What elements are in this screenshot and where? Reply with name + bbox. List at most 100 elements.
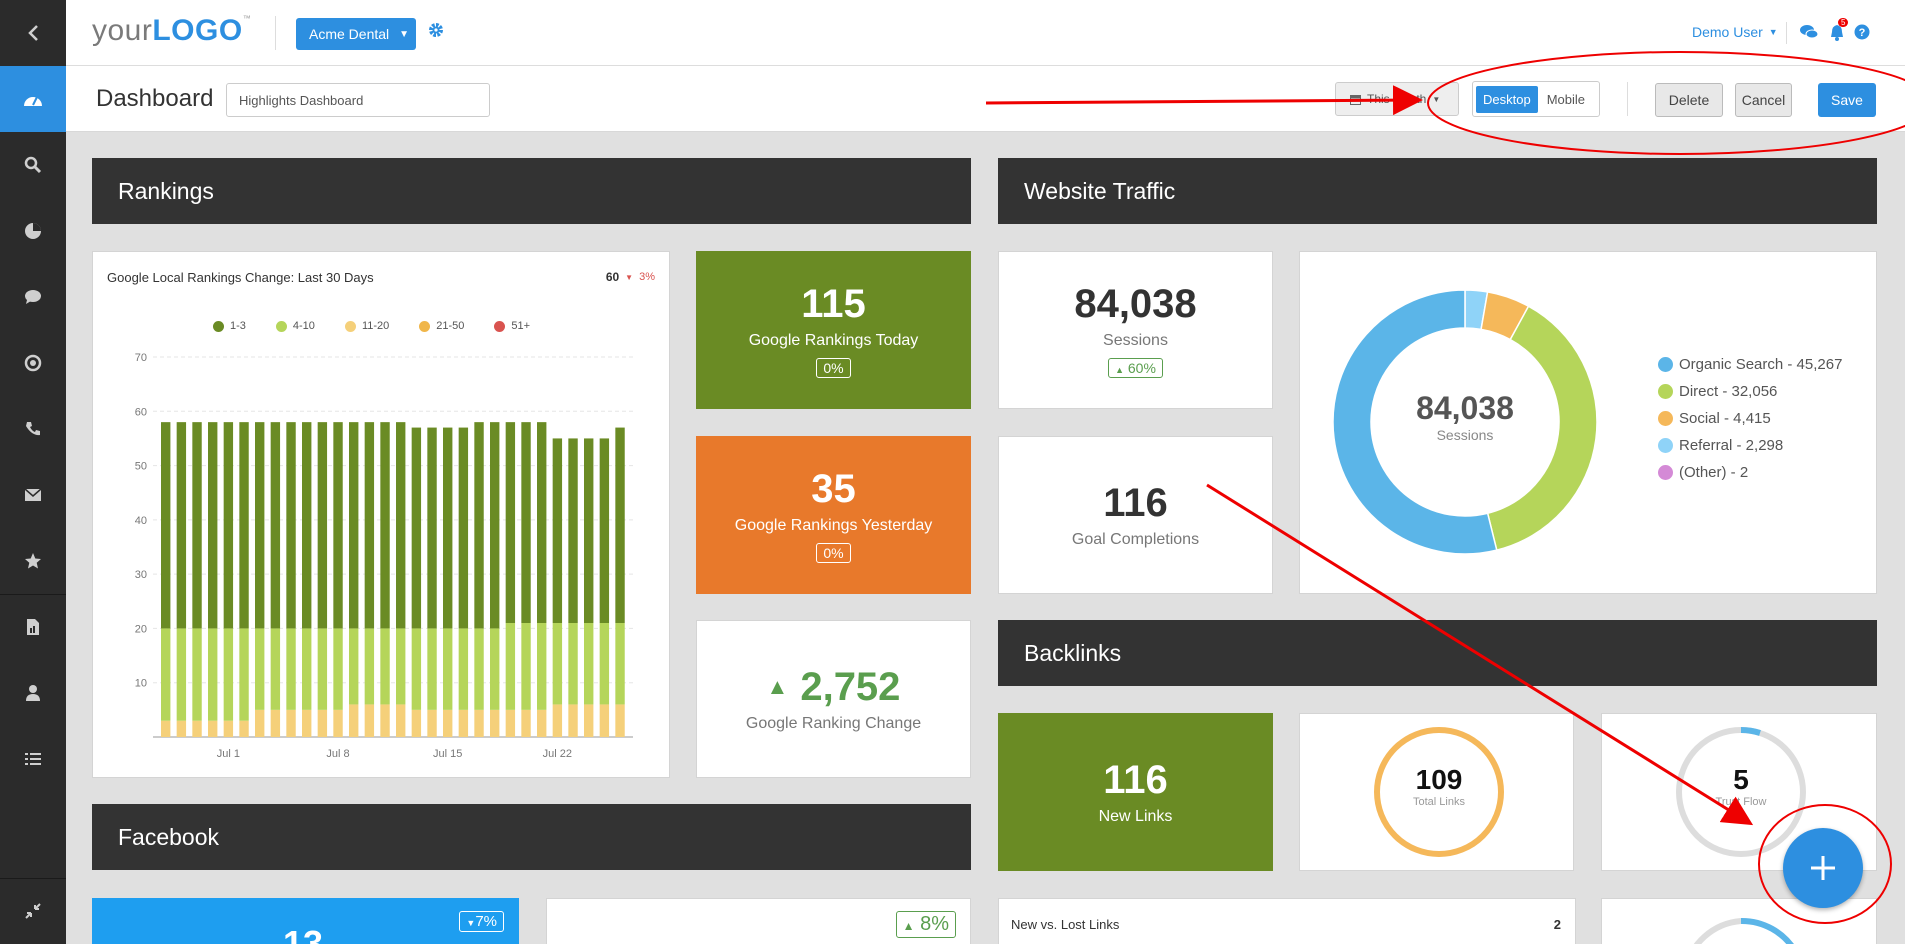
user-menu[interactable]: Demo User ▼ <box>1692 24 1778 40</box>
bar-segment[interactable] <box>223 422 234 629</box>
legend-item[interactable]: Referral - 2,298 <box>1658 437 1842 454</box>
bar-segment[interactable] <box>349 628 359 705</box>
bar-segment[interactable] <box>584 623 594 705</box>
bar-segment[interactable] <box>427 427 437 629</box>
bar-segment[interactable] <box>192 628 202 721</box>
help-button[interactable]: ? <box>1854 24 1870 45</box>
settings-button[interactable] <box>428 22 444 43</box>
bar-segment[interactable] <box>302 422 312 629</box>
bar-segment[interactable] <box>615 427 625 623</box>
bar-segment[interactable] <box>427 709 437 737</box>
bar-segment[interactable] <box>239 628 249 721</box>
bar-segment[interactable] <box>599 704 610 737</box>
bar-segment[interactable] <box>161 628 171 721</box>
bar-segment[interactable] <box>584 704 594 737</box>
bar-segment[interactable] <box>552 623 563 705</box>
bar-segment[interactable] <box>443 628 453 710</box>
bar-segment[interactable] <box>239 720 249 737</box>
sidebar-item-email[interactable] <box>0 462 66 528</box>
bar-segment[interactable] <box>505 623 516 710</box>
bar-segment[interactable] <box>458 427 469 629</box>
bar-segment[interactable] <box>411 628 422 710</box>
bar-segment[interactable] <box>411 427 422 629</box>
compress-button[interactable] <box>0 878 66 944</box>
bar-segment[interactable] <box>286 628 296 710</box>
bar-segment[interactable] <box>474 628 484 710</box>
legend-item[interactable]: 21-50 <box>419 320 464 332</box>
bar-segment[interactable] <box>490 709 500 737</box>
bar-segment[interactable] <box>458 709 469 737</box>
sidebar-item-targets[interactable] <box>0 330 66 396</box>
bar-segment[interactable] <box>208 628 218 721</box>
bar-segment[interactable] <box>239 422 249 629</box>
date-range-button[interactable]: This Month ▼ <box>1335 82 1459 116</box>
bar-segment[interactable] <box>537 422 547 623</box>
bar-segment[interactable] <box>568 704 578 737</box>
save-button[interactable]: Save <box>1818 83 1876 117</box>
bar-segment[interactable] <box>537 709 547 737</box>
sidebar-item-reviews[interactable] <box>0 528 66 594</box>
notifications-button[interactable]: 5 <box>1829 18 1849 46</box>
sidebar-item-reports[interactable] <box>0 198 66 264</box>
bar-segment[interactable] <box>302 709 312 737</box>
client-selector-button[interactable]: Acme Dental ▼ <box>296 18 416 50</box>
bar-segment[interactable] <box>364 628 375 705</box>
bar-segment[interactable] <box>396 422 406 629</box>
bar-segment[interactable] <box>223 720 234 737</box>
bar-segment[interactable] <box>521 422 531 623</box>
bar-segment[interactable] <box>396 704 406 737</box>
legend-item[interactable]: Social - 4,415 <box>1658 410 1842 427</box>
bar-segment[interactable] <box>552 704 563 737</box>
bar-segment[interactable] <box>302 628 312 710</box>
legend-item[interactable]: (Other) - 2 <box>1658 464 1842 481</box>
bar-segment[interactable] <box>584 438 594 623</box>
chat-button[interactable] <box>1799 24 1819 45</box>
bar-segment[interactable] <box>537 623 547 710</box>
bar-segment[interactable] <box>521 623 531 710</box>
bar-segment[interactable] <box>333 422 343 629</box>
bar-segment[interactable] <box>599 623 610 705</box>
bar-segment[interactable] <box>443 427 453 629</box>
add-widget-button[interactable] <box>1783 828 1863 908</box>
view-mobile-button[interactable]: Mobile <box>1540 86 1592 113</box>
bar-segment[interactable] <box>192 720 202 737</box>
bar-segment[interactable] <box>255 709 265 737</box>
bar-segment[interactable] <box>270 628 281 710</box>
legend-item[interactable]: Direct - 32,056 <box>1658 383 1842 400</box>
sidebar-item-dashboard[interactable] <box>0 66 66 132</box>
bar-segment[interactable] <box>349 422 359 629</box>
view-desktop-button[interactable]: Desktop <box>1476 85 1538 113</box>
legend-item[interactable]: 4-10 <box>275 320 315 332</box>
sidebar-item-messages[interactable] <box>0 264 66 330</box>
delete-button[interactable]: Delete <box>1655 83 1723 117</box>
bar-segment[interactable] <box>349 704 359 737</box>
bar-segment[interactable] <box>599 438 610 623</box>
sidebar-item-tasks[interactable] <box>0 726 66 792</box>
bar-segment[interactable] <box>176 720 187 737</box>
bar-segment[interactable] <box>505 709 516 737</box>
bar-segment[interactable] <box>270 422 281 629</box>
bar-segment[interactable] <box>364 422 375 629</box>
bar-segment[interactable] <box>192 422 202 629</box>
bar-segment[interactable] <box>490 628 500 710</box>
legend-item[interactable]: 1-3 <box>213 320 246 332</box>
bar-segment[interactable] <box>474 422 484 629</box>
bar-segment[interactable] <box>270 709 281 737</box>
bar-segment[interactable] <box>615 623 625 705</box>
bar-segment[interactable] <box>161 720 171 737</box>
bar-segment[interactable] <box>474 709 484 737</box>
bar-segment[interactable] <box>255 422 265 629</box>
bar-segment[interactable] <box>223 628 234 721</box>
legend-item[interactable]: Organic Search - 45,267 <box>1658 356 1842 373</box>
bar-segment[interactable] <box>208 422 218 629</box>
collapse-sidebar-button[interactable] <box>0 0 66 66</box>
dashboard-name-input[interactable] <box>226 83 490 117</box>
bar-segment[interactable] <box>505 422 516 623</box>
bar-segment[interactable] <box>615 704 625 737</box>
bar-segment[interactable] <box>552 438 563 623</box>
sidebar-item-users[interactable] <box>0 660 66 726</box>
bar-segment[interactable] <box>286 709 296 737</box>
sidebar-item-search[interactable] <box>0 132 66 198</box>
bar-segment[interactable] <box>490 422 500 629</box>
bar-segment[interactable] <box>458 628 469 710</box>
